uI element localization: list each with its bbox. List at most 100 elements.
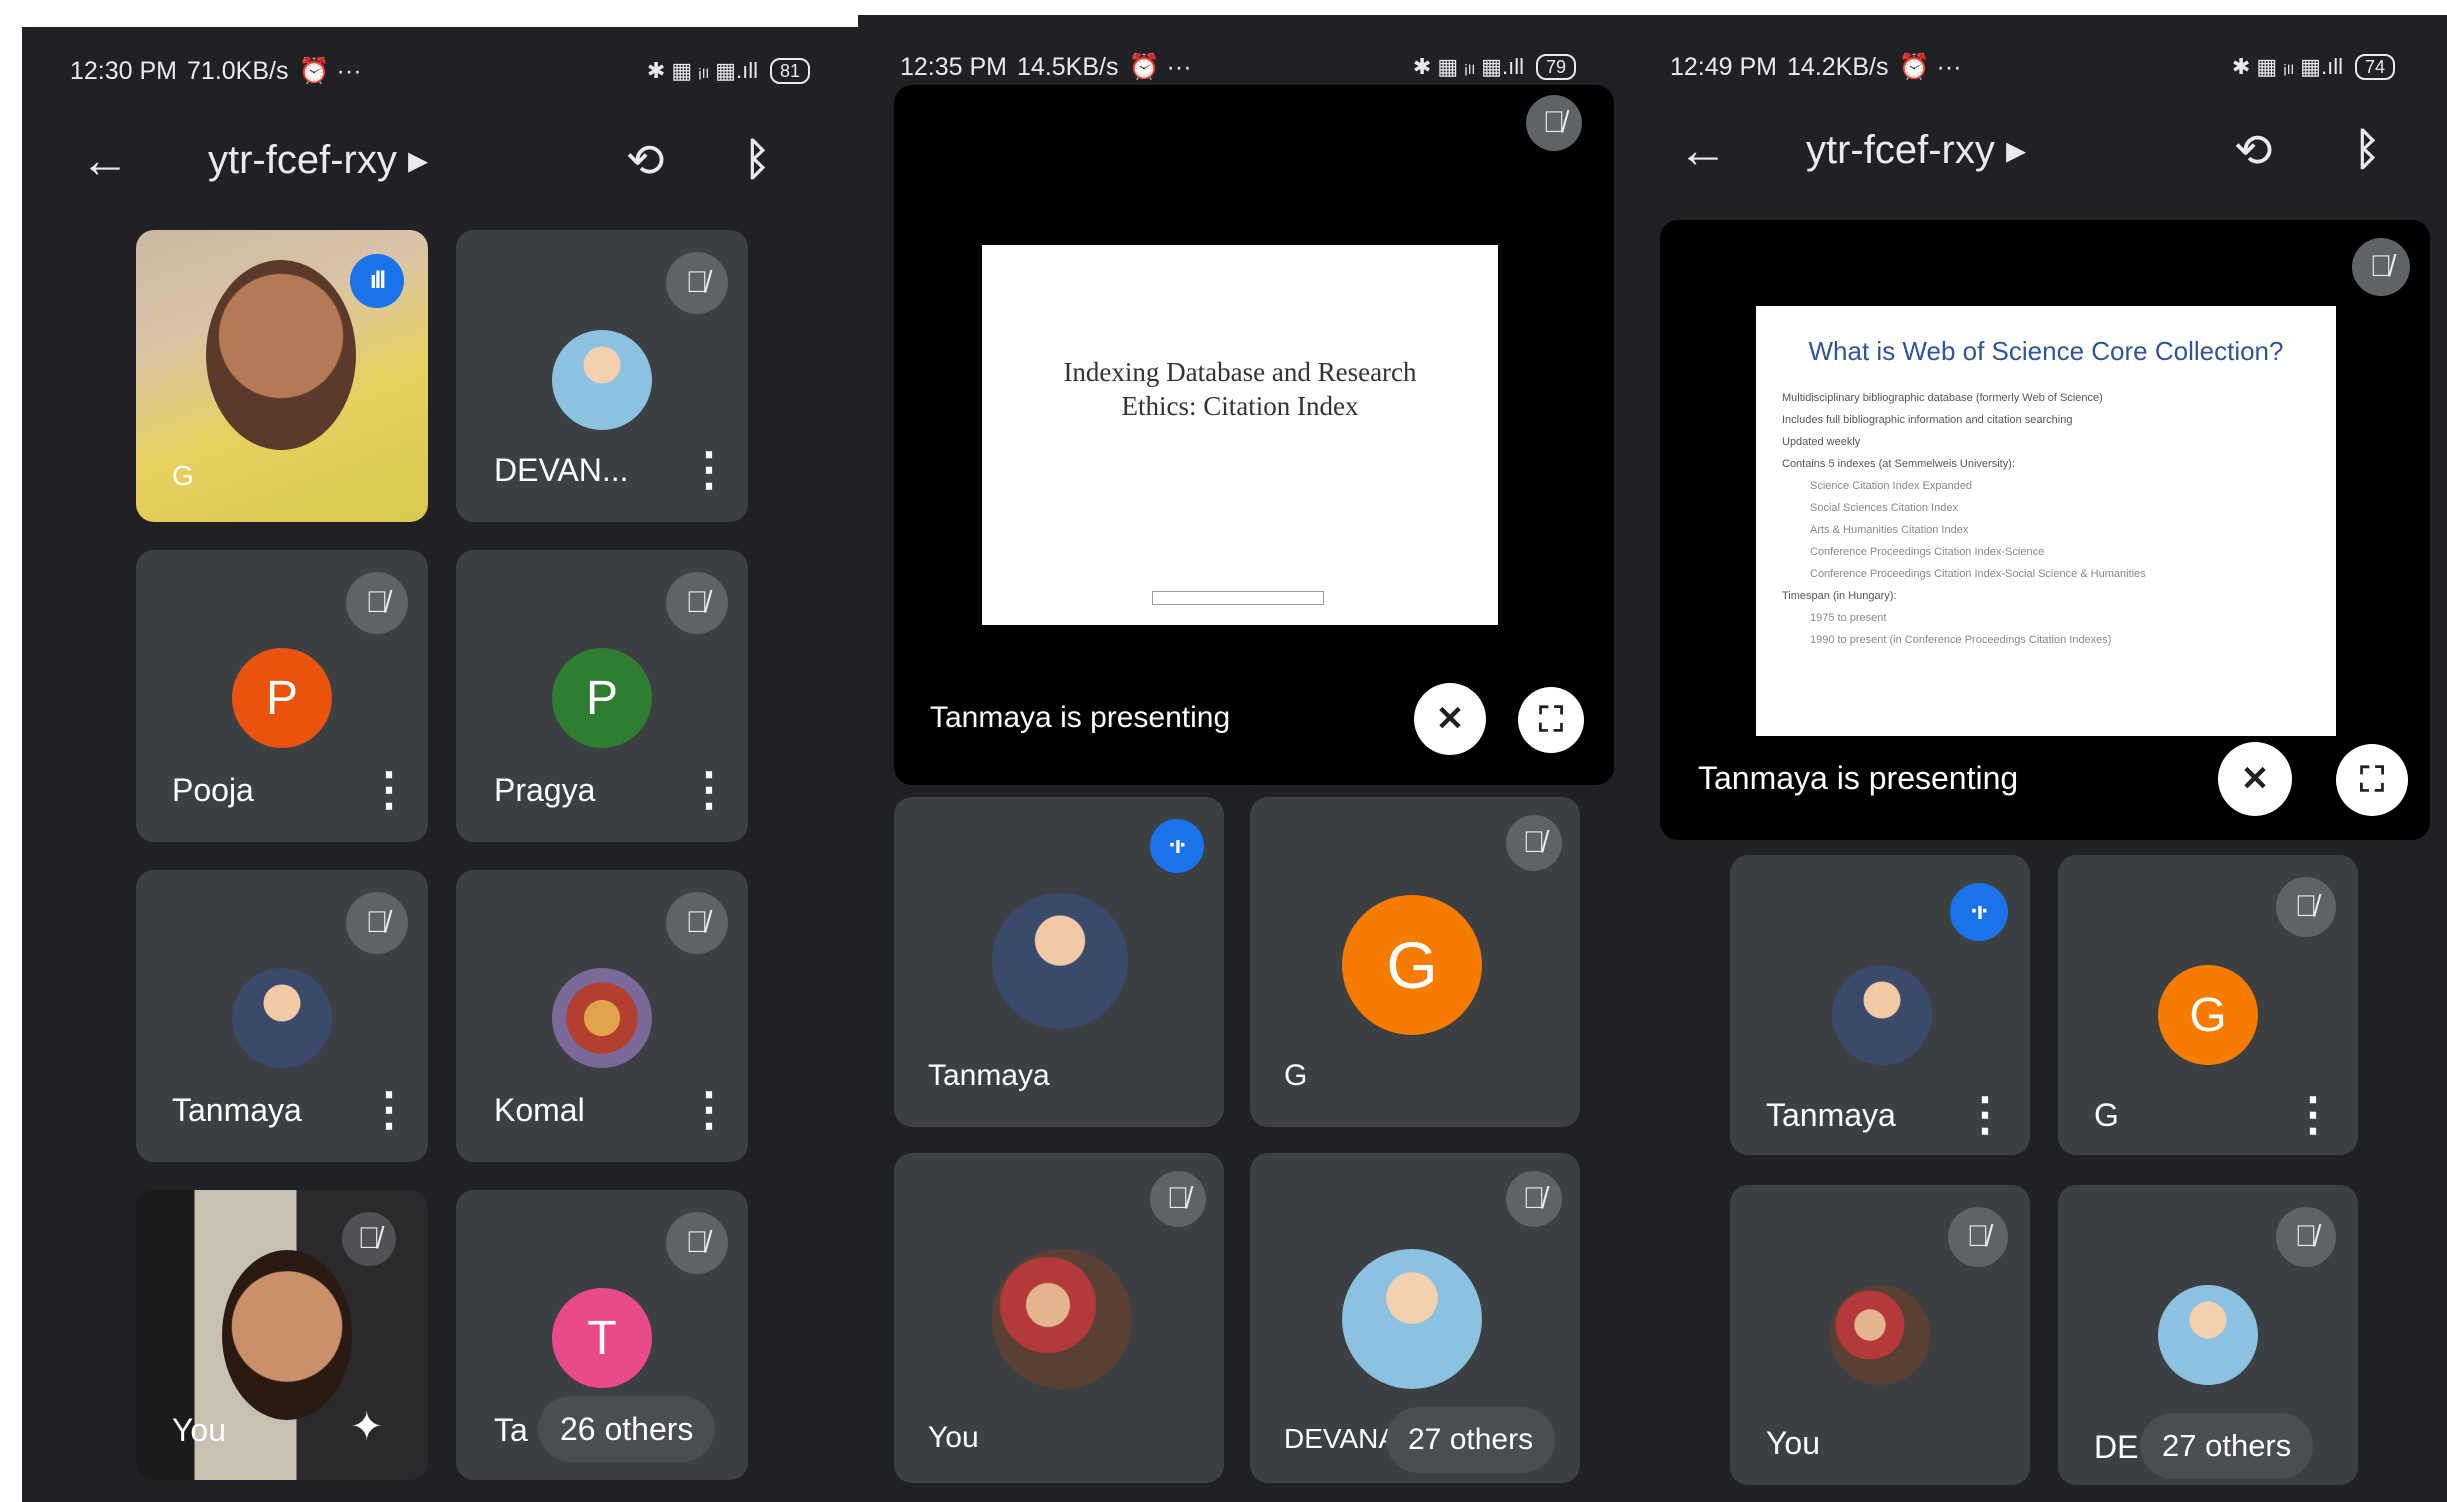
participant-tile-tanmaya[interactable]: ·ı· Tanmaya ⋮ xyxy=(1730,855,2030,1155)
slide-bullet: 1990 to present (in Conference Proceedin… xyxy=(1810,634,2112,646)
participant-tile-g[interactable]: 🎙̸ G G xyxy=(1250,797,1580,1127)
signal-icons: ✱ ▦ ᵢₗₗ ▦.ıll xyxy=(1412,54,1524,79)
participant-tile-you[interactable]: 🎙̸ You xyxy=(1730,1185,2030,1485)
battery-icon: 81 xyxy=(769,58,810,84)
participant-tile-others[interactable]: 🎙̸ T Ta 26 others xyxy=(456,1190,748,1480)
more-options-icon[interactable]: ⋮ xyxy=(366,762,412,816)
participant-tile-devan[interactable]: 🎙̸ DEVAN... ⋮ xyxy=(456,230,748,522)
presentation-area[interactable]: 🎙̸ Indexing Database and Research Ethics… xyxy=(894,85,1614,785)
switch-camera-icon[interactable]: ⟲ xyxy=(2234,123,2273,177)
others-chip[interactable]: 27 others xyxy=(2140,1413,2314,1479)
unpin-icon[interactable]: ✕ xyxy=(1414,683,1486,755)
back-arrow-icon[interactable]: ← xyxy=(1678,121,1728,179)
slide-bullet: Science Citation Index Expanded xyxy=(1810,480,1973,492)
mic-off-icon: 🎙̸ xyxy=(2276,1207,2336,1267)
speaking-indicator-icon: ·ı· xyxy=(1950,883,2008,941)
participant-avatar xyxy=(1832,965,1932,1065)
participant-avatar xyxy=(2158,1285,2258,1385)
participant-name: You xyxy=(172,1412,226,1448)
participant-name: Tanmaya xyxy=(172,1092,302,1128)
bluetooth-icon[interactable]: ᛒ xyxy=(744,135,770,185)
mic-off-icon: 🎙̸ xyxy=(342,1212,396,1266)
participant-name: DEVANA xyxy=(1284,1423,1398,1454)
participant-avatar: P xyxy=(232,648,332,748)
more-options-icon[interactable]: ⋮ xyxy=(366,1082,412,1136)
participant-name: Pooja xyxy=(172,772,254,808)
participant-tile-tanmaya[interactable]: 🎙̸ Tanmaya ⋮ xyxy=(136,870,428,1162)
participant-avatar: T xyxy=(552,1288,652,1388)
slide-title: Indexing Database and Research Ethics: C… xyxy=(1063,357,1417,421)
participant-avatar: G xyxy=(2158,965,2258,1065)
mic-off-icon: 🎙̸ xyxy=(666,572,728,634)
status-time: 12:35 PM xyxy=(900,52,1008,81)
back-arrow-icon[interactable]: ← xyxy=(80,131,130,189)
self-video xyxy=(222,1250,352,1420)
participant-tile-g[interactable]: ıll G xyxy=(136,230,428,522)
mic-off-icon: 🎙̸ xyxy=(666,1212,728,1274)
participant-name: G xyxy=(172,460,194,491)
participant-avatar xyxy=(552,968,652,1068)
status-speed: 71.0KB/s xyxy=(187,56,289,85)
participant-tile-you[interactable]: 🎙̸ You ✦ xyxy=(136,1190,428,1480)
participant-avatar xyxy=(552,330,652,430)
participant-name: Tanmaya xyxy=(928,1059,1050,1092)
bluetooth-icon[interactable]: ᛒ xyxy=(2354,125,2380,175)
screen-1: 12:30 PM 71.0KB/s ⏰ ··· ✱ ▦ ᵢₗₗ ▦.ıll 81… xyxy=(22,27,858,1502)
meeting-code[interactable]: ytr-fcef-rxy ▸ xyxy=(1806,127,2026,173)
participant-tile-devan[interactable]: 🎙̸ DE 27 others xyxy=(2058,1185,2358,1485)
slide-bullet: Social Sciences Citation Index xyxy=(1810,502,1958,514)
mic-off-icon: 🎙̸ xyxy=(346,572,408,634)
status-bar: 12:30 PM 71.0KB/s ⏰ ··· ✱ ▦ ᵢₗₗ ▦.ıll 81 xyxy=(22,41,858,101)
more-options-icon[interactable]: ⋮ xyxy=(686,762,732,816)
mic-off-icon: 🎙̸ xyxy=(1506,1171,1562,1227)
screen-2: 12:35 PM 14.5KB/s ⏰ ··· ✱ ▦ ᵢₗₗ ▦.ıll 79… xyxy=(858,15,1618,1502)
participant-name: Ta xyxy=(494,1412,528,1448)
fullscreen-icon[interactable]: ⛶ xyxy=(2336,744,2408,816)
more-options-icon[interactable]: ⋮ xyxy=(1962,1087,2008,1141)
effects-icon[interactable]: ✦ xyxy=(350,1404,384,1450)
presentation-area[interactable]: 🎙̸ What is Web of Science Core Collectio… xyxy=(1660,220,2430,840)
status-speed: 14.5KB/s xyxy=(1017,52,1119,81)
fullscreen-icon[interactable]: ⛶ xyxy=(1518,687,1584,753)
participant-tile-you[interactable]: 🎙̸ You xyxy=(894,1153,1224,1483)
participant-name: Tanmaya xyxy=(1766,1097,1896,1133)
mic-off-icon: 🎙̸ xyxy=(346,892,408,954)
participant-name: Pragya xyxy=(494,772,596,808)
slide-bullet: Arts & Humanities Citation Index xyxy=(1810,524,1969,536)
mic-off-icon: 🎙̸ xyxy=(2352,238,2410,296)
slide-bullet: Conference Proceedings Citation Index-So… xyxy=(1810,568,2146,580)
slide-bullet: Contains 5 indexes (at Semmelweis Univer… xyxy=(1782,458,2015,470)
participant-avatar: P xyxy=(552,648,652,748)
mic-off-icon: 🎙̸ xyxy=(2276,877,2336,937)
participant-tile-pooja[interactable]: 🎙̸ P Pooja ⋮ xyxy=(136,550,428,842)
participant-tile-devana[interactable]: 🎙̸ DEVANA 27 others xyxy=(1250,1153,1580,1483)
participant-name: DEVAN... xyxy=(494,452,629,488)
slide-bullet: Updated weekly xyxy=(1782,436,1861,448)
screen-3: 12:49 PM 14.2KB/s ⏰ ··· ✱ ▦ ᵢₗₗ ▦.ıll 74… xyxy=(1618,15,2447,1502)
status-extra: ⏰ ··· xyxy=(1128,52,1192,81)
more-options-icon[interactable]: ⋮ xyxy=(686,442,732,496)
meeting-code[interactable]: ytr-fcef-rxy ▸ xyxy=(208,137,428,183)
unpin-icon[interactable]: ✕ xyxy=(2218,742,2292,816)
participant-video xyxy=(206,260,356,450)
others-chip[interactable]: 27 others xyxy=(1386,1407,1556,1473)
participant-avatar: G xyxy=(1342,895,1482,1035)
others-chip[interactable]: 26 others xyxy=(538,1396,716,1462)
participant-tile-pragya[interactable]: 🎙̸ P Pragya ⋮ xyxy=(456,550,748,842)
mic-off-icon: 🎙̸ xyxy=(1150,1171,1206,1227)
slide-bullet: Includes full bibliographic information … xyxy=(1782,414,2073,426)
participant-tile-g[interactable]: 🎙̸ G G ⋮ xyxy=(2058,855,2358,1155)
slide-bullet: Conference Proceedings Citation Index-Sc… xyxy=(1810,546,2045,558)
mic-off-icon: 🎙̸ xyxy=(1526,95,1582,151)
more-options-icon[interactable]: ⋮ xyxy=(686,1082,732,1136)
participant-name: You xyxy=(1766,1425,1820,1461)
switch-camera-icon[interactable]: ⟲ xyxy=(626,133,665,187)
shared-slide: What is Web of Science Core Collection? … xyxy=(1756,306,2336,736)
participant-tile-komal[interactable]: 🎙̸ Komal ⋮ xyxy=(456,870,748,1162)
status-time: 12:30 PM xyxy=(70,56,178,85)
more-options-icon[interactable]: ⋮ xyxy=(2290,1087,2336,1141)
status-time: 12:49 PM xyxy=(1670,52,1778,81)
mic-off-icon: 🎙̸ xyxy=(666,252,728,314)
participant-tile-tanmaya[interactable]: ·ı· Tanmaya xyxy=(894,797,1224,1127)
participant-name: You xyxy=(928,1421,979,1454)
